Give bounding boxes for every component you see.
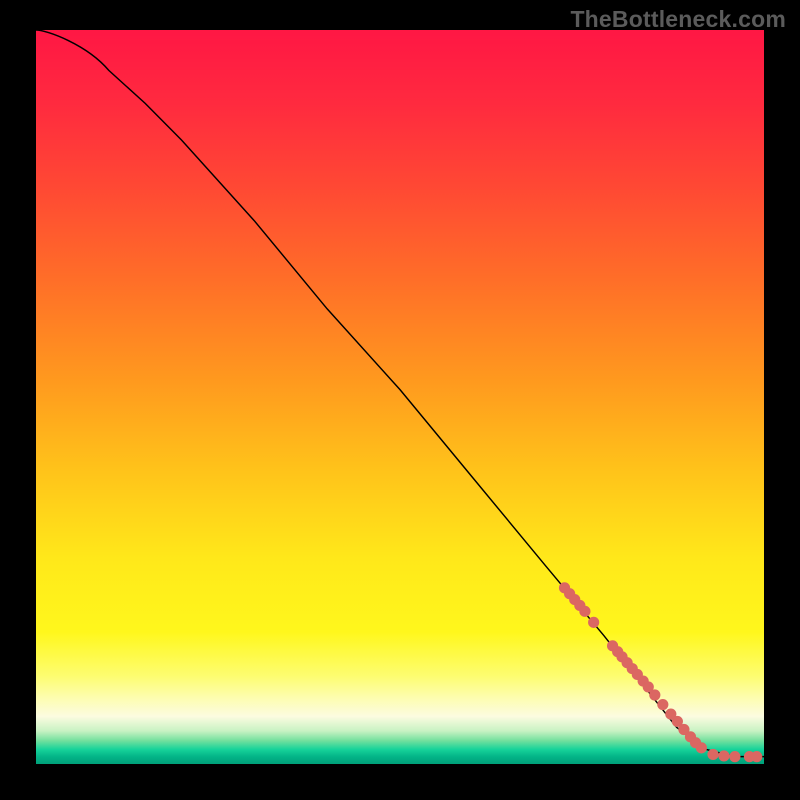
chart-stage: TheBottleneck.com	[0, 0, 800, 800]
marker-dot	[708, 749, 718, 759]
marker-dot	[580, 606, 590, 616]
marker-dot	[589, 617, 599, 627]
bottleneck-curve	[36, 30, 764, 757]
highlighted-markers	[559, 583, 761, 762]
marker-dot	[650, 690, 660, 700]
plot-area	[36, 30, 764, 764]
marker-dot	[730, 752, 740, 762]
marker-dot	[696, 743, 706, 753]
marker-dot	[752, 752, 762, 762]
watermark-text: TheBottleneck.com	[570, 6, 786, 33]
marker-dot	[719, 751, 729, 761]
curve-layer	[36, 30, 764, 764]
marker-dot	[658, 699, 668, 709]
